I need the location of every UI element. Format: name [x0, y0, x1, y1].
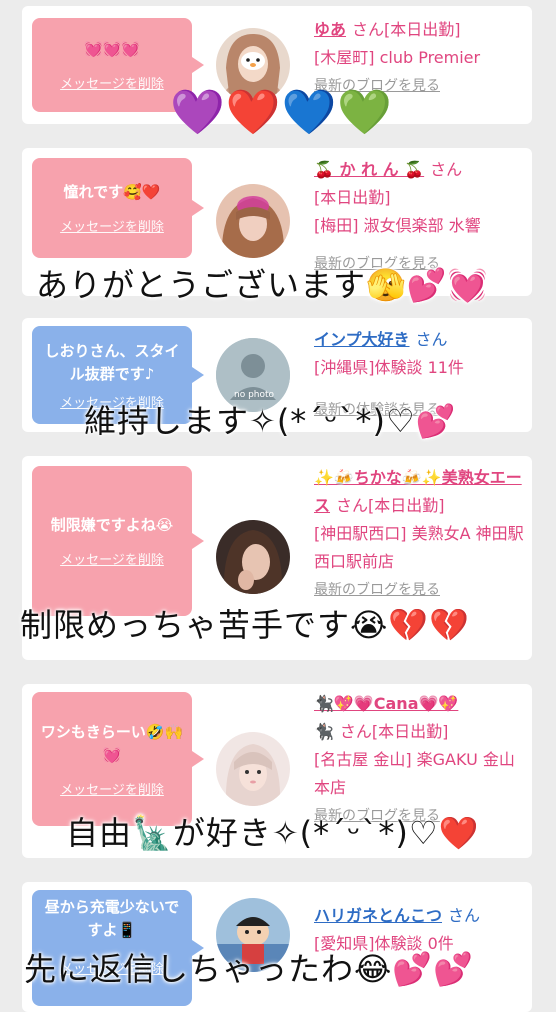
san-status: さん[本日出勤]	[339, 722, 449, 741]
shop-location: [木屋町] club Premier	[314, 48, 481, 67]
message-text: 制限嫌ですよね😭	[50, 516, 174, 534]
shop-location: [梅田] 淑女倶楽部 水響	[314, 216, 481, 235]
san-label: さん	[415, 330, 448, 349]
message-text: 昼から充電少ないですよ📱	[44, 898, 180, 939]
delete-message-link[interactable]: メッセージを削除	[60, 216, 164, 235]
cast-name-link[interactable]: 🍒 か れ ん 🍒	[314, 160, 424, 179]
reviewer-name-link[interactable]: ハリガネとんこつ	[314, 906, 442, 925]
message-bubble: 💓💓💓 メッセージを削除	[32, 18, 204, 112]
message-bubble: 憧れです🥰❤️ メッセージを削除	[32, 158, 204, 258]
caption-line-2: 維持します✧(*ˊᵕˋ*)♡💕	[84, 402, 457, 440]
san-status: さん[本日出勤]	[336, 496, 445, 515]
delete-message-link[interactable]: メッセージを削除	[60, 549, 164, 568]
cast-info: ✨🍻ちかな🍻✨美熟女エース さん[本日出勤] [神田駅西口] 美熟女A 神田駅西口…	[314, 464, 526, 604]
review-count: [沖縄県]体験談 11件	[314, 358, 464, 377]
san-status: さん[本日出勤]	[352, 20, 461, 39]
work-status: [本日出勤]	[314, 188, 391, 207]
cast-name-suffix: 🐈‍⬛	[314, 722, 334, 741]
message-text: ワシもきらーい🤣🙌💓	[40, 722, 184, 764]
delete-message-link[interactable]: メッセージを削除	[60, 779, 164, 798]
message-text: しおりさん、スタイル抜群です♪	[44, 341, 180, 383]
shop-location: [神田駅西口] 美熟女A 神田駅西口駅前店	[314, 524, 524, 571]
cast-name-link[interactable]: ゆあ	[314, 20, 346, 39]
message-bubble: ワシもきらーい🤣🙌💓 メッセージを削除	[32, 692, 204, 826]
avatar[interactable]	[216, 184, 290, 258]
san-label: さん	[448, 906, 481, 925]
delete-message-link[interactable]: メッセージを削除	[60, 73, 164, 92]
message-text: 💓💓💓	[83, 40, 141, 58]
shop-location: [名古屋 金山] 楽GAKU 金山本店	[314, 750, 515, 797]
message-text: 憧れです🥰❤️	[63, 183, 161, 201]
avatar[interactable]	[216, 732, 290, 806]
caption-line-3: 制限めっちゃ苦手です😭💔💔	[20, 606, 471, 644]
caption-line-5: 先に返信しちゃったわ😂💕💕	[24, 950, 475, 988]
avatar[interactable]	[216, 520, 290, 594]
caption-line-4: 自由🗽が好き✧(*ˊᵕˋ*)♡❤️	[66, 814, 480, 852]
reviewer-name-link[interactable]: インプ大好き	[314, 330, 410, 349]
hearts-sticker: 💜❤️💙💚	[170, 87, 394, 138]
message-bubble: 制限嫌ですよね😭 メッセージを削除	[32, 466, 204, 616]
san-label: さん	[430, 160, 463, 179]
cast-name-link[interactable]: 🐈‍⬛💖💗Cana💗💖	[314, 694, 458, 713]
caption-line-1: ありがとうございます🫣💕💓	[36, 266, 489, 304]
